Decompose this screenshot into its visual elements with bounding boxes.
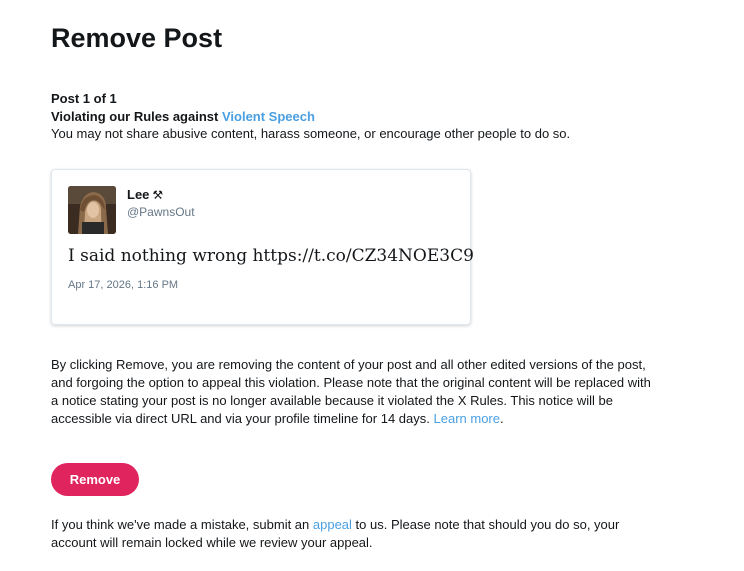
learn-more-link[interactable]: Learn more: [434, 411, 500, 426]
author-name[interactable]: Lee ⚒: [127, 187, 163, 203]
page-title: Remove Post: [51, 23, 223, 53]
violation-prefix: Violating our Rules against: [51, 109, 222, 124]
avatar-image: [68, 186, 116, 234]
pin-icon: ⚒: [152, 188, 164, 202]
violation-heading: Violating our Rules against Violent Spee…: [51, 108, 315, 125]
notice-body: By clicking Remove, you are removing the…: [51, 357, 651, 426]
appeal-link[interactable]: appeal: [313, 517, 352, 532]
remove-button[interactable]: Remove: [51, 463, 139, 496]
notice-suffix: .: [499, 411, 504, 426]
author-name-text: Lee: [127, 187, 150, 202]
post-text: I said nothing wrong https://t.co/CZ34NO…: [68, 246, 474, 266]
appeal-prefix: If you think we've made a mistake, submi…: [51, 517, 313, 532]
violation-description: You may not share abusive content, haras…: [51, 126, 571, 141]
appeal-notice: If you think we've made a mistake, submi…: [51, 516, 651, 552]
post-counter: Post 1 of 1: [51, 91, 117, 106]
removal-notice: By clicking Remove, you are removing the…: [51, 356, 651, 428]
violent-speech-link[interactable]: Violent Speech: [222, 109, 315, 124]
avatar: [68, 186, 116, 234]
post-card: Lee ⚒ @PawnsOut I said nothing wrong http…: [51, 169, 474, 325]
remove-post-page: Remove Post Post 1 of 1 Violating our Ru…: [0, 0, 744, 571]
post-timestamp: Apr 17, 2026, 1:16 PM: [68, 279, 179, 291]
author-handle[interactable]: @PawnsOut: [127, 205, 195, 220]
